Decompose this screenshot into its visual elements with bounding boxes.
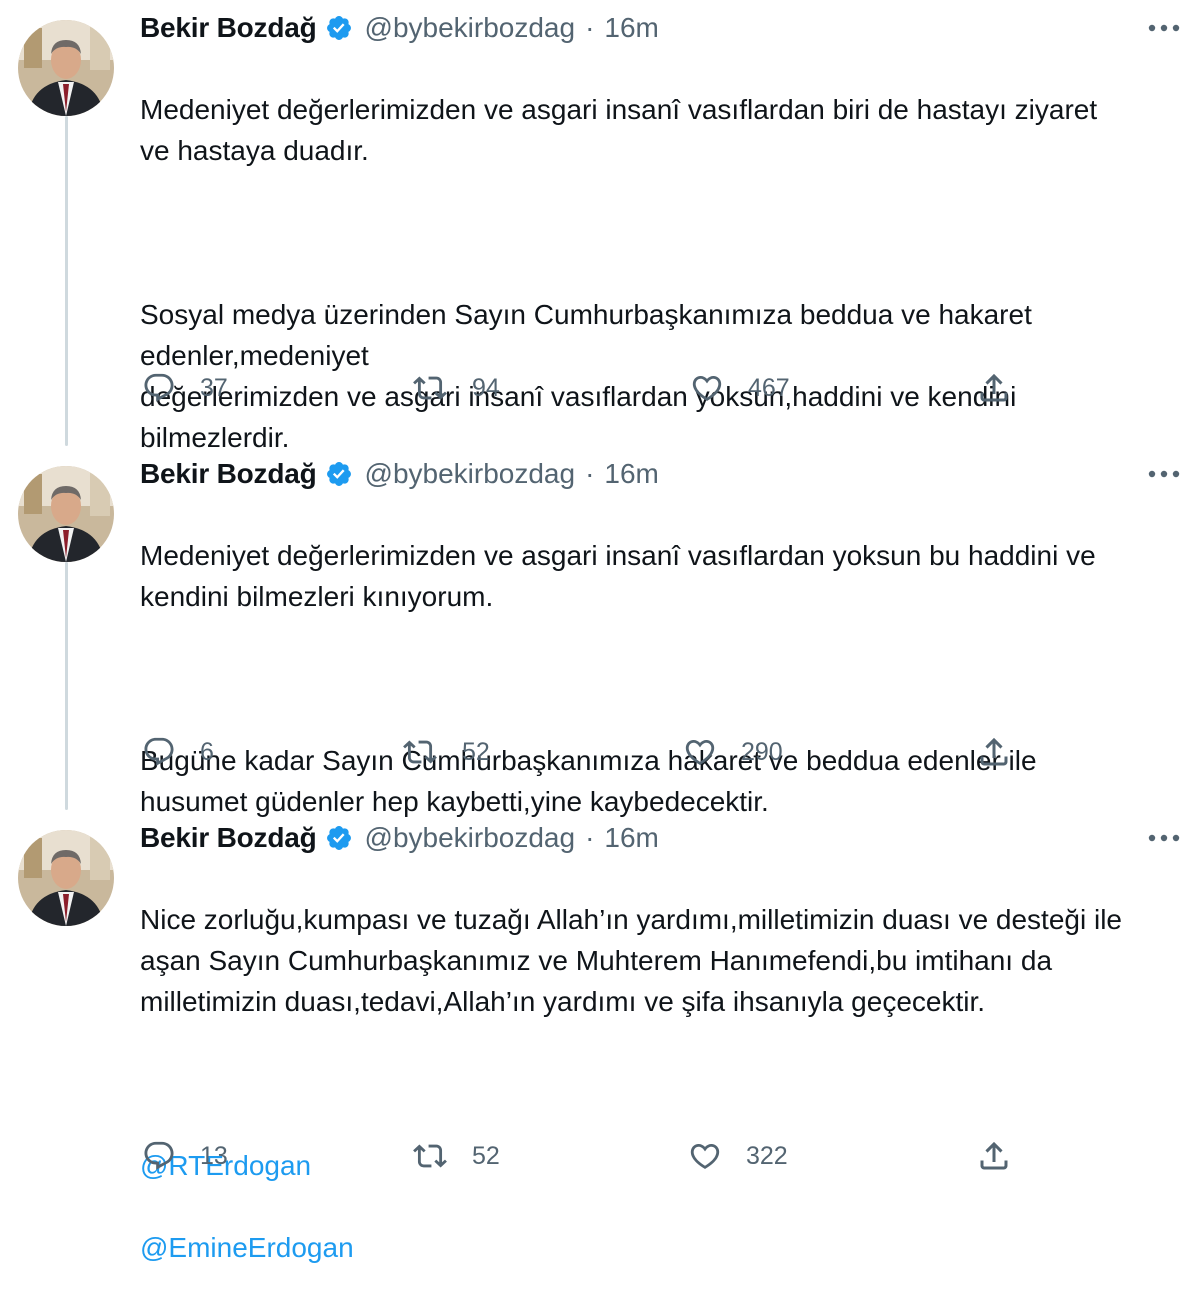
retweet-count: 94 (472, 373, 500, 402)
retweet-button[interactable]: 94 (412, 368, 500, 408)
timestamp[interactable]: 16m (604, 822, 658, 854)
like-button[interactable]: 467 (690, 368, 790, 408)
more-icon[interactable] (1146, 458, 1182, 490)
like-count: 467 (748, 373, 790, 402)
reply-button[interactable]: 13 (142, 1136, 228, 1176)
like-count: 322 (746, 1141, 788, 1170)
author-name[interactable]: Bekir Bozdağ (140, 458, 317, 490)
mention-link[interactable]: @EmineErdogan (140, 1227, 1185, 1268)
thread-connector (65, 562, 68, 810)
tweet-text: Nice zorluğu,kumpası ve tuzağı Allah’ın … (140, 858, 1185, 1309)
reply-icon (142, 371, 176, 405)
reply-button[interactable]: 6 (142, 732, 214, 772)
reply-button[interactable]: 37 (142, 368, 228, 408)
tweet-header: Bekir Bozdağ @bybekirbozdag · 16m (140, 8, 1182, 48)
like-count: 290 (741, 737, 783, 766)
reply-count: 37 (200, 373, 228, 402)
separator: · (585, 822, 595, 853)
share-icon (976, 1138, 1012, 1174)
tweet-actions: 13 52 322 (0, 1136, 1200, 1176)
author-handle[interactable]: @bybekirbozdag (365, 458, 576, 490)
retweet-icon (412, 371, 448, 405)
reply-count: 13 (200, 1141, 228, 1170)
author-handle[interactable]: @bybekirbozdag (365, 12, 576, 44)
timestamp[interactable]: 16m (604, 12, 658, 44)
share-button[interactable] (976, 732, 1012, 772)
tweet-text: Medeniyet değerlerimizden ve asgari insa… (140, 494, 1185, 863)
verified-badge-icon (325, 460, 353, 488)
tweet-actions: 37 94 467 (0, 368, 1200, 408)
share-icon (976, 370, 1012, 406)
tweet-paragraph: Medeniyet değerlerimizden ve asgari insa… (140, 94, 1098, 166)
tweet-paragraph: Medeniyet değerlerimizden ve asgari insa… (140, 540, 1096, 612)
heart-icon (688, 1139, 722, 1173)
retweet-count: 52 (462, 737, 490, 766)
like-button[interactable]: 322 (688, 1136, 788, 1176)
author-name[interactable]: Bekir Bozdağ (140, 12, 317, 44)
retweet-count: 52 (472, 1141, 500, 1170)
verified-badge-icon (325, 824, 353, 852)
reply-icon (142, 1139, 176, 1173)
retweet-icon (402, 735, 438, 769)
timestamp[interactable]: 16m (604, 458, 658, 490)
heart-icon (683, 735, 717, 769)
share-button[interactable] (976, 368, 1012, 408)
heart-icon (690, 371, 724, 405)
separator: · (585, 458, 595, 489)
author-handle[interactable]: @bybekirbozdag (365, 822, 576, 854)
reply-count: 6 (200, 737, 214, 766)
tweet-text: Medeniyet değerlerimizden ve asgari insa… (140, 48, 1100, 499)
retweet-button[interactable]: 52 (412, 1136, 500, 1176)
retweet-button[interactable]: 52 (402, 732, 490, 772)
avatar[interactable] (18, 830, 114, 926)
tweet-header: Bekir Bozdağ @bybekirbozdag · 16m (140, 818, 1182, 858)
avatar[interactable] (18, 20, 114, 116)
share-button[interactable] (976, 1136, 1012, 1176)
like-button[interactable]: 290 (683, 732, 783, 772)
author-name[interactable]: Bekir Bozdağ (140, 822, 317, 854)
reply-icon (142, 735, 176, 769)
avatar[interactable] (18, 466, 114, 562)
tweet-actions: 6 52 290 (0, 732, 1200, 772)
separator: · (585, 12, 595, 43)
more-icon[interactable] (1146, 822, 1182, 854)
retweet-icon (412, 1139, 448, 1173)
verified-badge-icon (325, 14, 353, 42)
more-icon[interactable] (1146, 12, 1182, 44)
tweet-header: Bekir Bozdağ @bybekirbozdag · 16m (140, 454, 1182, 494)
share-icon (976, 734, 1012, 770)
tweet-paragraph: Nice zorluğu,kumpası ve tuzağı Allah’ın … (140, 904, 1122, 1017)
